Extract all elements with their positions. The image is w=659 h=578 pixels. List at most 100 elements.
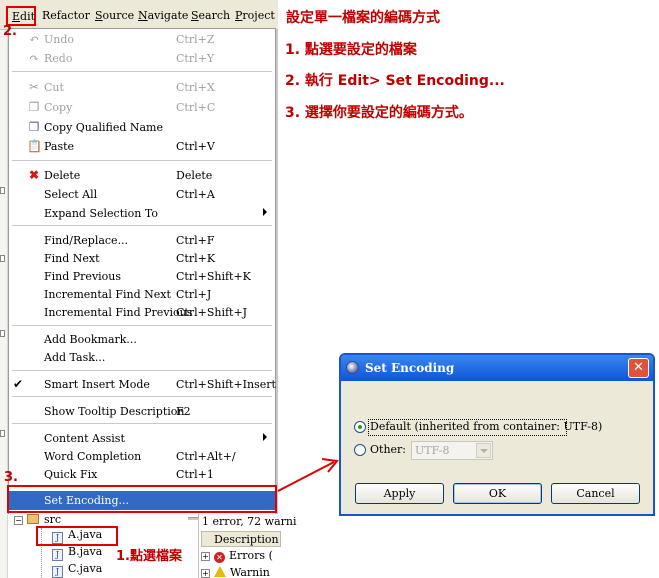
menu-item-undo[interactable]: ↶ Undo Ctrl+Z	[9, 30, 275, 48]
close-button[interactable]: ✕	[628, 358, 649, 378]
menu-item-cut[interactable]: ✂ Cut Ctrl+X	[9, 78, 275, 96]
menu-item-select-all[interactable]: Select All Ctrl+A	[9, 185, 275, 203]
menu-item-accel: Ctrl+Y	[176, 52, 215, 65]
menu-separator	[12, 396, 272, 398]
menu-item-accel: Ctrl+K	[176, 252, 216, 265]
tutorial-step-2: 2. 執行 Edit> Set Encoding...	[285, 73, 505, 89]
menu-separator	[12, 423, 272, 425]
copy-qualified-icon: ❐	[28, 120, 40, 134]
menu-source[interactable]: Source	[95, 9, 134, 22]
menu-item-accel: Delete	[176, 169, 213, 182]
menu-refactor[interactable]: Refactor	[42, 9, 90, 22]
menu-item-label: Copy	[44, 101, 73, 114]
radio-other-encoding[interactable]	[354, 444, 366, 456]
radio-default-encoding[interactable]	[354, 421, 366, 433]
tree-node-label: B.java	[68, 545, 103, 558]
delete-x-icon: ✖	[28, 168, 40, 182]
menu-bar: Edit Refactor Source Navigate Search Pro…	[0, 0, 278, 30]
menu-item-content-assist[interactable]: Content Assist	[9, 429, 275, 447]
menu-item-label: Delete	[44, 169, 81, 182]
fold-marker[interactable]	[0, 430, 5, 437]
menu-item-find-next[interactable]: Find Next Ctrl+K	[9, 249, 275, 267]
submenu-arrow-icon	[263, 208, 267, 216]
other-encoding-label[interactable]: Other:	[370, 443, 406, 456]
tree-node-b-java[interactable]: J B.java	[52, 545, 102, 561]
collapse-icon[interactable]: −	[14, 516, 23, 525]
menu-item-accel: Ctrl+A	[176, 188, 215, 201]
menu-item-smart-insert-mode[interactable]: ✔ Smart Insert Mode Ctrl+Shift+Insert	[9, 375, 276, 393]
menu-navigate[interactable]: Navigate	[138, 9, 188, 22]
menu-search[interactable]: Search	[191, 9, 230, 22]
menu-item-copy[interactable]: ❐ Copy Ctrl+C	[9, 98, 275, 116]
menu-item-quick-fix[interactable]: Quick Fix Ctrl+1	[9, 465, 275, 483]
problems-row-errors[interactable]: + ✕ Errors (	[201, 549, 273, 563]
menu-item-accel: Ctrl+X	[176, 81, 215, 94]
menu-item-label: Quick Fix	[44, 468, 98, 481]
dialog-title: Set Encoding	[365, 361, 455, 375]
tutorial-step-3: 3. 選擇你要設定的編碼方式。	[285, 105, 473, 121]
menu-item-label: Content Assist	[44, 432, 125, 445]
java-file-icon: J	[52, 549, 63, 561]
menu-item-copy-qualified-name[interactable]: ❐ Copy Qualified Name	[9, 118, 275, 136]
menu-item-label: Add Task...	[44, 351, 106, 364]
error-icon: ✕	[214, 552, 225, 563]
fold-marker[interactable]	[0, 255, 5, 262]
menu-item-incremental-find-next[interactable]: Incremental Find Next Ctrl+J	[9, 285, 275, 303]
tree-node-src[interactable]: − src	[14, 513, 61, 526]
file-highlight	[36, 526, 118, 546]
menu-item-label: Copy Qualified Name	[44, 121, 163, 134]
encoding-combo[interactable]: UTF-8	[411, 441, 493, 460]
menu-item-redo[interactable]: ↷ Redo Ctrl+Y	[9, 49, 275, 67]
menu-item-paste[interactable]: 📋 Paste Ctrl+V	[9, 137, 275, 155]
problems-column-header[interactable]: Description	[201, 531, 281, 547]
fold-marker[interactable]	[0, 187, 5, 194]
clipboard-icon: 📋	[27, 139, 42, 153]
menu-item-label: Find/Replace...	[44, 234, 129, 247]
menu-item-add-bookmark[interactable]: Add Bookmark...	[9, 330, 275, 348]
menu-item-accel: Ctrl+Shift+K	[176, 270, 251, 283]
marker-step-3: 3.	[4, 470, 18, 485]
fold-marker[interactable]	[0, 330, 5, 337]
menu-item-expand-selection[interactable]: Expand Selection To	[9, 204, 275, 222]
tutorial-title: 設定單一檔案的編碼方式	[286, 10, 440, 26]
warning-icon	[214, 566, 226, 577]
menu-item-label: Word Completion	[44, 450, 142, 463]
tree-node-label: src	[44, 513, 62, 526]
menu-edit[interactable]: Edit	[12, 10, 35, 23]
apply-button[interactable]: Apply	[355, 483, 444, 504]
menu-item-word-completion[interactable]: Word Completion Ctrl+Alt+/	[9, 447, 275, 465]
cancel-button[interactable]: Cancel	[551, 483, 640, 504]
menu-item-accel: Ctrl+C	[176, 101, 216, 114]
menu-item-accel: Ctrl+Shift+Insert	[176, 378, 276, 391]
menu-item-add-task[interactable]: Add Task...	[9, 348, 275, 366]
menu-item-incremental-find-previous[interactable]: Incremental Find Previous Ctrl+Shift+J	[9, 303, 275, 321]
menu-item-find-replace[interactable]: Find/Replace... Ctrl+F	[9, 231, 275, 249]
default-encoding-label[interactable]: Default (inherited from container: UTF-8…	[370, 420, 602, 433]
source-folder-icon	[27, 514, 39, 524]
column-header-label: Description	[214, 533, 279, 546]
menu-project[interactable]: Project	[235, 9, 275, 22]
menu-item-label: Select All	[44, 188, 98, 201]
menu-item-find-previous[interactable]: Find Previous Ctrl+Shift+K	[9, 267, 275, 285]
marker-step-1: 1.點選檔案	[116, 549, 182, 564]
menu-separator	[12, 370, 272, 372]
problems-view: 1 error, 72 warni Description + ✕ Errors (…	[198, 514, 297, 578]
edit-menu: ↶ Undo Ctrl+Z ↷ Redo Ctrl+Y ✂ Cut Ctrl+X…	[8, 28, 276, 518]
tutorial-step-1: 1. 點選要設定的檔案	[285, 42, 417, 58]
dialog-title-bar[interactable]: Set Encoding ✕	[341, 355, 653, 381]
menu-separator	[12, 71, 272, 73]
edit-menu-highlight: Edit	[6, 6, 36, 26]
menu-item-accel: Ctrl+F	[176, 234, 215, 247]
set-encoding-highlight	[7, 485, 277, 513]
expand-icon[interactable]: +	[201, 569, 210, 578]
menu-item-label: Undo	[44, 33, 75, 46]
menu-item-delete[interactable]: ✖ Delete Delete	[9, 166, 275, 184]
expand-icon[interactable]: +	[201, 552, 210, 561]
tree-node-c-java[interactable]: J C.java	[52, 562, 102, 578]
problems-row-warnings[interactable]: + Warnin	[201, 566, 270, 578]
chevron-down-icon[interactable]	[476, 443, 491, 458]
menu-item-label: Expand Selection To	[44, 207, 158, 220]
ok-button[interactable]: OK	[453, 483, 542, 504]
menu-item-accel: Ctrl+V	[176, 140, 215, 153]
menu-item-show-tooltip-description[interactable]: Show Tooltip Description F2	[9, 402, 275, 420]
